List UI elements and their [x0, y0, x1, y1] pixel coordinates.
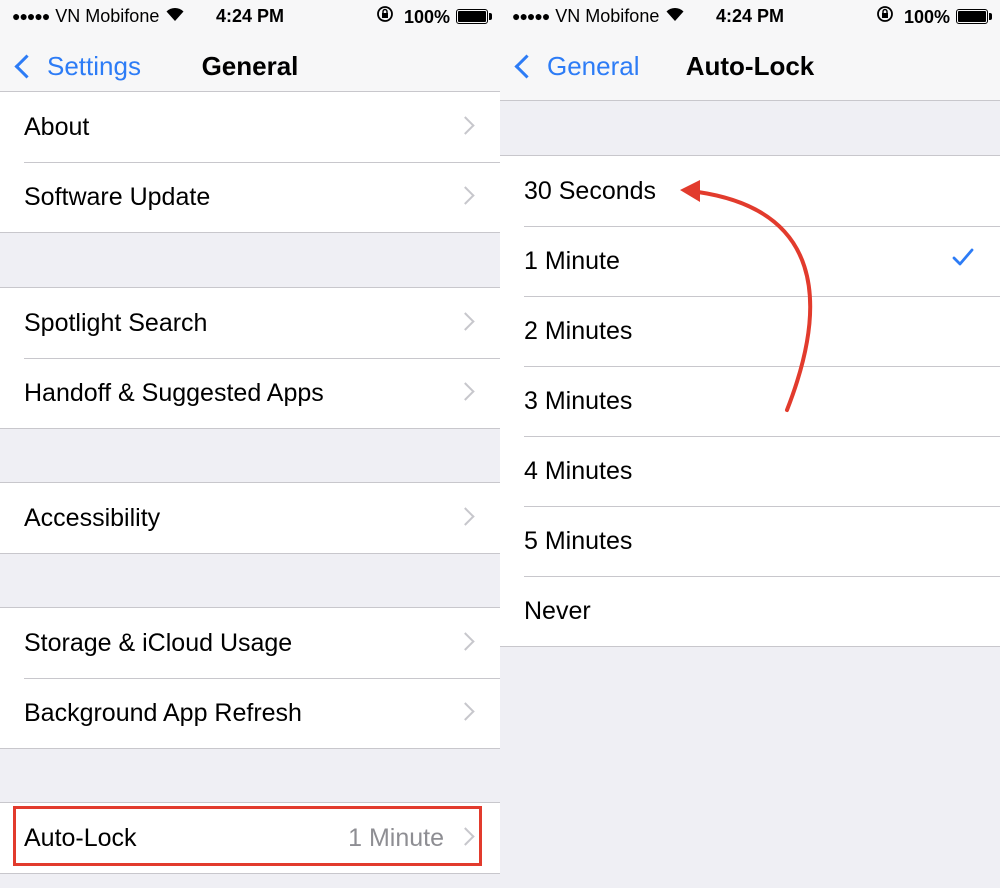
status-bar: ●●●●● VN Mobifone 4:24 PM 100%	[0, 0, 500, 32]
battery-icon	[456, 9, 492, 24]
auto-lock-screen: ●●●●● VN Mobifone 4:24 PM 100% General A…	[500, 0, 1000, 888]
carrier-name: VN Mobifone	[55, 6, 160, 26]
chevron-right-icon	[456, 186, 475, 205]
page-title: General	[201, 51, 299, 81]
battery-percentage: 100%	[403, 6, 450, 27]
rotation-lock-icon	[376, 5, 394, 28]
settings-group-3: Accessibility	[0, 482, 500, 554]
chevron-right-icon	[456, 116, 475, 135]
settings-group-2: Spotlight Search Handoff & Suggested App…	[0, 287, 500, 429]
settings-row-storage-icloud[interactable]: Storage & iCloud Usage	[0, 608, 500, 678]
settings-row-spotlight-search[interactable]: Spotlight Search	[0, 288, 500, 358]
row-label: Software Update	[24, 183, 211, 211]
chevron-right-icon	[456, 507, 475, 526]
settings-group-4: Storage & iCloud Usage Background App Re…	[0, 607, 500, 749]
settings-row-about[interactable]: About	[0, 92, 500, 162]
row-label: Background App Refresh	[24, 699, 302, 727]
chevron-right-icon	[456, 702, 475, 721]
row-label: Handoff & Suggested Apps	[24, 379, 324, 407]
chevron-right-icon	[456, 382, 475, 401]
auto-lock-highlight-box	[13, 806, 482, 866]
settings-row-software-update[interactable]: Software Update	[0, 162, 500, 232]
settings-group-1: About Software Update	[0, 91, 500, 233]
row-label: Spotlight Search	[24, 309, 208, 337]
chevron-right-icon	[456, 312, 475, 331]
annotation-arrow	[680, 180, 813, 412]
row-label: Accessibility	[24, 504, 161, 532]
general-settings-screen: ●●●●● VN Mobifone 4:24 PM 100% Settings …	[0, 0, 500, 888]
wifi-icon	[165, 5, 185, 27]
settings-row-background-refresh[interactable]: Background App Refresh	[0, 678, 500, 748]
row-label: Storage & iCloud Usage	[24, 629, 293, 657]
signal-strength-icon: ●●●●●	[12, 8, 50, 24]
settings-row-accessibility[interactable]: Accessibility	[0, 483, 500, 553]
row-label: About	[24, 113, 90, 141]
chevron-right-icon	[456, 632, 475, 651]
settings-row-handoff[interactable]: Handoff & Suggested Apps	[0, 358, 500, 428]
